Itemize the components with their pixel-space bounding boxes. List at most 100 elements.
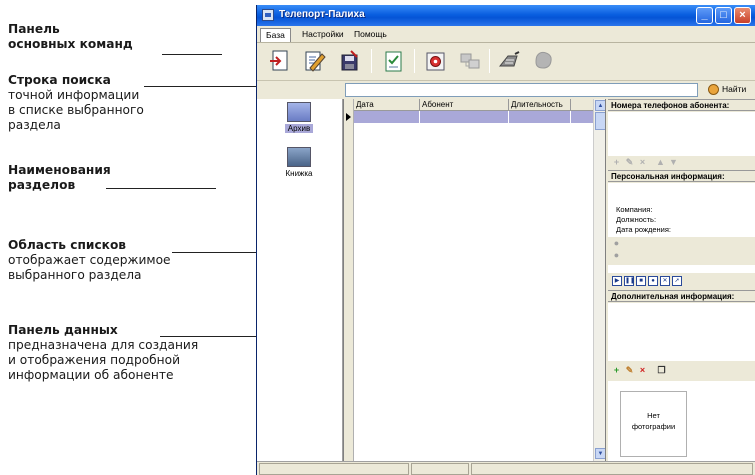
minimize-button[interactable]: _ xyxy=(696,7,713,24)
new-document-icon[interactable]: ❐ xyxy=(657,366,666,375)
maximize-button[interactable]: □ xyxy=(715,7,732,24)
annotation-title: Строка поиска xyxy=(8,73,111,87)
edit-icon[interactable]: ✎ xyxy=(625,158,634,167)
phones-list[interactable] xyxy=(608,112,755,156)
move-up-icon[interactable]: ▲ xyxy=(656,158,665,167)
menu-item-help[interactable]: Помощь xyxy=(349,28,392,42)
phonebook-icon xyxy=(287,147,311,167)
search-input[interactable] xyxy=(345,83,698,97)
pause-icon[interactable]: ❚❚ xyxy=(624,276,635,286)
forward-icon[interactable]: ➚ xyxy=(672,276,682,286)
window-title: Телепорт-Палиха xyxy=(279,9,365,20)
dial-icon[interactable] xyxy=(423,48,449,74)
blob-icon[interactable] xyxy=(531,48,557,74)
table-cell xyxy=(509,111,571,123)
delete-icon[interactable]: × xyxy=(638,158,647,167)
find-button-label: Найти xyxy=(722,84,747,94)
move-down-icon[interactable]: ▼ xyxy=(669,158,678,167)
column-header-subscriber[interactable]: Абонент xyxy=(420,99,509,111)
extra-info-box[interactable] xyxy=(608,303,755,361)
checklist-icon[interactable] xyxy=(381,48,407,74)
extra-info-header: Дополнительная информация: xyxy=(608,290,755,302)
toolbar-separator xyxy=(414,49,415,73)
extra-info-toolbar: + ✎ × ❐ xyxy=(608,364,755,378)
annotation-list-area: Область списков отображает содержимое вы… xyxy=(8,238,171,283)
position-label: Должность: xyxy=(616,215,657,224)
stop-icon[interactable]: ■ xyxy=(636,276,646,286)
annotation-title: основных команд xyxy=(8,37,133,51)
table-cell xyxy=(354,111,420,123)
list-header: Дата Абонент Длительность xyxy=(354,99,593,111)
sections-panel: Архив Книжка xyxy=(257,99,343,461)
annotation-command-panel: Панель основных команд xyxy=(8,22,133,52)
find-button[interactable]: Найти xyxy=(706,82,755,98)
personal-info-box: Компания: Должность: Дата рождения: xyxy=(608,183,755,237)
person-search-icon xyxy=(708,84,719,95)
personal-info-tools: ● ● xyxy=(608,239,755,265)
annotation-desc: в списке выбранного xyxy=(8,103,144,117)
annotation-desc: точной информации xyxy=(8,88,140,102)
annotation-desc: и отображения подробной xyxy=(8,353,181,367)
phone-icon[interactable] xyxy=(497,48,523,74)
blob-icon[interactable]: ● xyxy=(612,251,621,260)
annotation-desc: предназначена для создания xyxy=(8,338,199,352)
personal-info-header: Персональная информация: xyxy=(608,170,755,182)
edit-note-icon[interactable] xyxy=(302,48,328,74)
title-bar[interactable]: Телепорт-Палиха _ □ × xyxy=(257,5,755,26)
column-header-duration[interactable]: Длительность xyxy=(509,99,571,111)
blob-icon[interactable]: ● xyxy=(612,239,621,248)
status-cell xyxy=(471,463,753,475)
section-phonebook[interactable]: Книжка xyxy=(274,147,324,178)
data-panel: Номера телефонов абонента: + ✎ × ▲ ▼ Пер… xyxy=(605,99,755,461)
app-window: Телепорт-Палиха _ □ × База Настройки Пом… xyxy=(256,5,755,475)
section-archive-label: Архив xyxy=(284,124,314,133)
table-cell xyxy=(420,111,509,123)
annotation-data-panel: Панель данных предназначена для создания… xyxy=(8,323,198,383)
section-archive[interactable]: Архив xyxy=(274,102,324,133)
phones-toolbar: + ✎ × ▲ ▼ xyxy=(608,156,755,170)
row-header-column xyxy=(344,99,354,461)
photo-placeholder[interactable]: Нет фотографии xyxy=(620,391,687,457)
toolbar-separator xyxy=(371,49,372,73)
status-bar xyxy=(257,461,755,475)
annotation-desc: раздела xyxy=(8,118,61,132)
app-icon xyxy=(262,9,274,21)
add-icon[interactable]: + xyxy=(612,366,621,375)
close-button[interactable]: × xyxy=(734,7,751,24)
status-cell xyxy=(259,463,409,475)
menu-bar: База Настройки Помощь xyxy=(257,26,755,43)
annotation-title: разделов xyxy=(8,178,76,192)
photo-text: Нет xyxy=(647,411,660,420)
annotation-title: Панель xyxy=(8,22,60,36)
archive-icon xyxy=(287,102,311,122)
leader-line xyxy=(162,54,222,55)
import-icon[interactable] xyxy=(267,48,293,74)
leader-line xyxy=(106,188,216,189)
annotation-desc: выбранного раздела xyxy=(8,268,142,282)
command-toolbar xyxy=(257,43,755,81)
column-header-date[interactable]: Дата xyxy=(354,99,420,111)
spacer-box xyxy=(608,265,755,273)
cancel-icon[interactable]: ✕ xyxy=(660,276,670,286)
menu-item-base[interactable]: База xyxy=(260,28,291,42)
table-row[interactable] xyxy=(354,111,593,123)
play-icon[interactable]: ▶ xyxy=(612,276,622,286)
annotation-section-names: Наименования разделов xyxy=(8,163,111,193)
record-icon[interactable]: ● xyxy=(648,276,658,286)
company-label: Компания: xyxy=(616,205,653,214)
search-bar: Найти xyxy=(257,81,755,99)
birthdate-label: Дата рождения: xyxy=(616,225,671,234)
edit-icon[interactable]: ✎ xyxy=(625,366,634,375)
network-icon[interactable] xyxy=(457,48,483,74)
annotation-title: Наименования xyxy=(8,163,111,177)
annotation-title: Область списков xyxy=(8,238,127,252)
annotation-desc: отображает содержимое xyxy=(8,253,171,267)
section-phonebook-label: Книжка xyxy=(285,169,313,178)
annotation-search-bar: Строка поиска точной информации в списке… xyxy=(8,73,144,133)
delete-icon[interactable]: × xyxy=(638,366,647,375)
save-disk-icon[interactable] xyxy=(337,48,363,74)
add-icon[interactable]: + xyxy=(612,158,621,167)
toolbar-separator xyxy=(489,49,490,73)
menu-item-settings[interactable]: Настройки xyxy=(297,28,349,42)
annotation-desc: информации об абоненте xyxy=(8,368,174,382)
